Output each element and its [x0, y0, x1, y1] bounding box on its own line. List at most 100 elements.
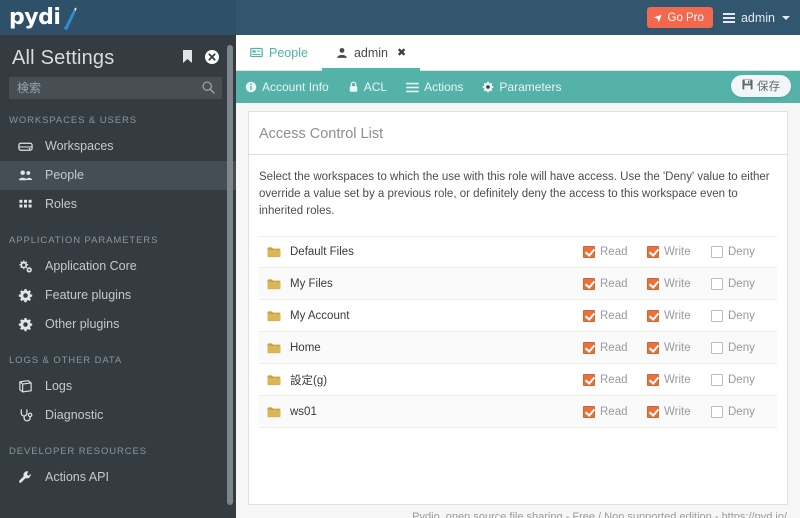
read-permission-toggle[interactable]: Read [583, 405, 647, 418]
tab-admin[interactable]: admin ✖ [321, 35, 421, 71]
application-window: pydi ➤ Go Pro admin All Settings 検索 WORK… [0, 0, 800, 518]
table-row: 設定(g) Read Write Deny [259, 364, 777, 396]
read-checkbox[interactable] [583, 405, 595, 418]
deny-checkbox[interactable] [711, 405, 723, 418]
acl-toolbar: Account Info ACL Actions Parameters 保存 [236, 71, 800, 103]
toolbar-item-label: Parameters [499, 80, 562, 94]
sidebar-item-label: People [45, 168, 84, 183]
write-label: Write [664, 277, 691, 290]
write-checkbox[interactable] [647, 373, 659, 386]
read-label: Read [600, 341, 628, 354]
go-pro-button[interactable]: ➤ Go Pro [647, 7, 713, 28]
toolbar-items: Account Info ACL Actions Parameters [245, 80, 580, 94]
read-checkbox[interactable] [583, 277, 595, 290]
save-button-label: 保存 [757, 81, 780, 93]
people-icon [16, 168, 34, 183]
workspace-name: 設定(g) [290, 374, 328, 387]
sidebar-item-roles[interactable]: Roles [0, 190, 236, 219]
user-menu-button[interactable]: admin [722, 11, 790, 25]
save-button[interactable]: 保存 [731, 75, 791, 97]
write-checkbox[interactable] [647, 246, 659, 258]
read-label: Read [600, 405, 628, 418]
write-permission-toggle[interactable]: Write [647, 373, 711, 386]
tab-people[interactable]: People [236, 35, 322, 70]
sidebar-item-actions-api[interactable]: Actions API [0, 463, 236, 492]
app-logo[interactable]: pydi [0, 0, 236, 35]
sidebar-section-header: LOGS & OTHER DATA [9, 355, 123, 366]
drive-icon [16, 139, 34, 154]
go-pro-label: Go Pro [667, 11, 704, 24]
read-checkbox[interactable] [583, 373, 595, 386]
write-checkbox[interactable] [647, 341, 659, 354]
write-checkbox[interactable] [647, 277, 659, 290]
write-label: Write [664, 309, 691, 322]
deny-permission-toggle[interactable]: Deny [711, 341, 767, 354]
write-permission-toggle[interactable]: Write [647, 246, 711, 258]
sidebar-item-people[interactable]: People [0, 161, 236, 190]
deny-permission-toggle[interactable]: Deny [711, 405, 767, 418]
close-circle-icon[interactable] [205, 50, 219, 69]
user-icon [336, 47, 348, 59]
deny-checkbox[interactable] [711, 277, 723, 290]
read-permission-toggle[interactable]: Read [583, 373, 647, 386]
stethoscope-icon [16, 408, 34, 423]
read-permission-toggle[interactable]: Read [583, 341, 647, 354]
folder-icon [267, 342, 281, 354]
toolbar-item-label: Actions [424, 80, 464, 94]
write-checkbox[interactable] [647, 405, 659, 418]
deny-permission-toggle[interactable]: Deny [711, 373, 767, 386]
search-box[interactable] [9, 77, 222, 99]
top-header-bar: pydi ➤ Go Pro admin [0, 0, 800, 35]
write-permission-toggle[interactable]: Write [647, 309, 711, 322]
write-permission-toggle[interactable]: Write [647, 277, 711, 290]
write-permission-toggle[interactable]: Write [647, 341, 711, 354]
sidebar-item-diagnostic[interactable]: Diagnostic [0, 401, 236, 430]
read-permission-toggle[interactable]: Read [583, 277, 647, 290]
workspace-name: ws01 [290, 405, 317, 418]
hamburger-icon [722, 11, 735, 25]
close-x-icon[interactable]: ✖ [397, 46, 406, 59]
deny-label: Deny [728, 246, 755, 258]
acl-workspace-list: Default Files Read Write Deny My Files Read Wr… [259, 236, 777, 428]
sidebar-scrollbar[interactable] [227, 45, 233, 505]
toolbar-item-actions[interactable]: Actions [406, 80, 474, 94]
deny-permission-toggle[interactable]: Deny [711, 246, 767, 258]
write-permission-toggle[interactable]: Write [647, 405, 711, 418]
acl-panel: Access Control List Select the workspace… [248, 111, 788, 505]
toolbar-item-account-info[interactable]: Account Info [245, 80, 340, 94]
deny-checkbox[interactable] [711, 246, 723, 258]
workspace-name: Home [290, 341, 321, 354]
read-permission-toggle[interactable]: Read [583, 246, 647, 258]
sidebar-item-label: Application Core [45, 259, 137, 274]
bookmark-icon[interactable] [182, 50, 193, 69]
read-label: Read [600, 277, 628, 290]
deny-permission-toggle[interactable]: Deny [711, 277, 767, 290]
read-checkbox[interactable] [583, 341, 595, 354]
gears-icon [16, 259, 34, 274]
sidebar-item-feature-plugins[interactable]: Feature plugins [0, 281, 236, 310]
read-permission-toggle[interactable]: Read [583, 309, 647, 322]
workspace-name: Default Files [290, 246, 354, 258]
sidebar-item-workspaces[interactable]: Workspaces [0, 132, 236, 161]
card-icon [250, 46, 263, 59]
sidebar-item-logs[interactable]: Logs [0, 372, 236, 401]
page-title: Access Control List [249, 112, 787, 155]
write-checkbox[interactable] [647, 309, 659, 322]
read-checkbox[interactable] [583, 309, 595, 322]
read-checkbox[interactable] [583, 246, 595, 258]
settings-sidebar: All Settings 検索 WORKSPACES & USERS Works… [0, 35, 236, 518]
deny-checkbox[interactable] [711, 341, 723, 354]
footer-text: Pydio, open source file sharing - Free /… [412, 511, 787, 518]
toolbar-item-acl[interactable]: ACL [348, 80, 398, 94]
toolbar-item-parameters[interactable]: Parameters [482, 80, 572, 94]
sidebar-title: All Settings [12, 47, 115, 69]
search-input[interactable] [9, 77, 222, 99]
gear-icon [482, 81, 494, 93]
sidebar-header-icons [182, 45, 224, 69]
table-row: ws01 Read Write Deny [259, 396, 777, 428]
deny-permission-toggle[interactable]: Deny [711, 309, 767, 322]
sidebar-item-other-plugins[interactable]: Other plugins [0, 310, 236, 339]
sidebar-item-application-core[interactable]: Application Core [0, 252, 236, 281]
deny-checkbox[interactable] [711, 373, 723, 386]
deny-checkbox[interactable] [711, 309, 723, 322]
